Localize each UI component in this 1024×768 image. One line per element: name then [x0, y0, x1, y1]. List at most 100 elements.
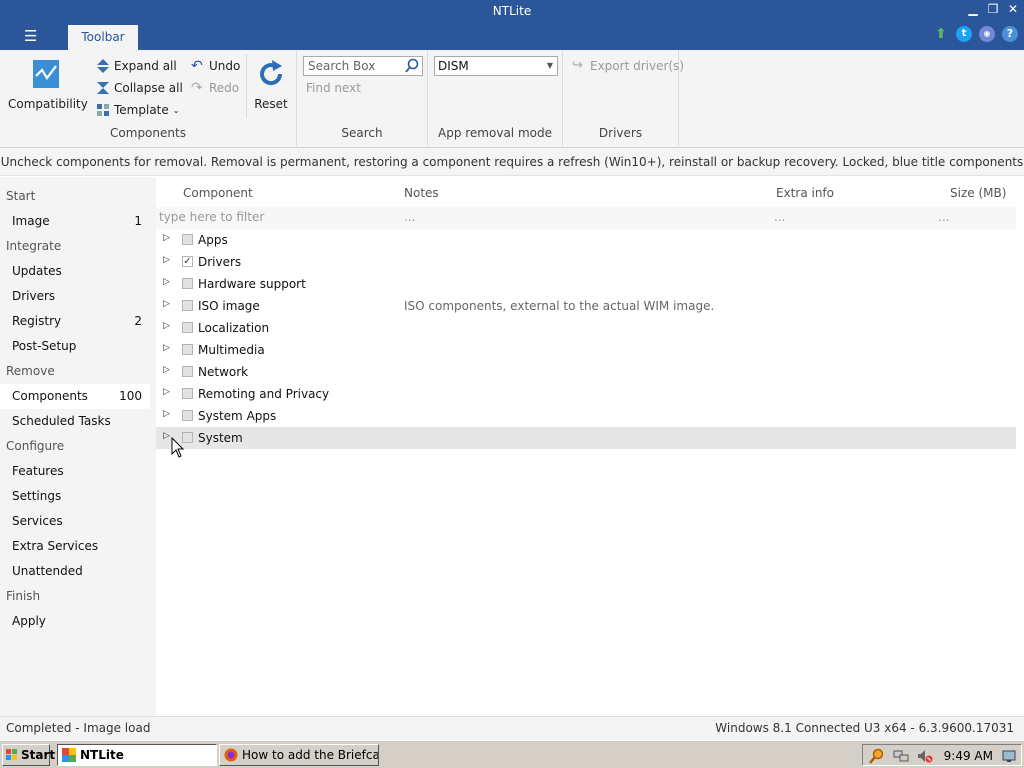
sidebar-item-unattended[interactable]: Unattended: [0, 559, 150, 584]
image-info: Windows 8.1 Connected U3 x64 - 6.3.9600.…: [715, 721, 1014, 735]
taskbar-item-firefox[interactable]: How to add the Briefca...: [219, 744, 379, 766]
component-checkbox[interactable]: ✓: [182, 256, 193, 267]
expand-arrow-icon[interactable]: ▷: [163, 409, 170, 419]
tree-row[interactable]: ▷ System Apps: [156, 405, 1016, 427]
window-controls: ▁ ❐ ✕: [966, 2, 1020, 16]
app-removal-mode-select[interactable]: DISM ▼: [434, 56, 558, 76]
close-icon[interactable]: ✕: [1006, 2, 1020, 16]
expand-all-button[interactable]: Expand all: [96, 57, 177, 75]
restore-icon[interactable]: ❐: [986, 2, 1000, 16]
find-next-button[interactable]: Find next: [306, 79, 361, 97]
component-label: Network: [198, 365, 249, 379]
tree-row[interactable]: ▷ System: [156, 427, 1016, 449]
window-title: NTLite: [492, 4, 532, 18]
sidebar-item-label: Unattended: [12, 564, 83, 578]
expand-arrow-icon[interactable]: ▷: [163, 233, 170, 243]
discord-icon[interactable]: ◉: [979, 26, 995, 42]
chevron-down-icon: ⌄: [172, 105, 180, 115]
sidebar-item-extra-services[interactable]: Extra Services: [0, 534, 150, 559]
size-filter[interactable]: ...: [938, 210, 949, 224]
undo-button[interactable]: ↶ Undo: [191, 57, 240, 75]
column-header-notes[interactable]: Notes: [404, 186, 439, 200]
collapse-all-button[interactable]: Collapse all: [96, 79, 183, 97]
component-checkbox[interactable]: [182, 234, 193, 245]
hamburger-icon[interactable]: ☰: [24, 27, 37, 45]
expand-arrow-icon[interactable]: ▷: [163, 365, 170, 375]
social-links: ⬆ t ◉ ?: [933, 26, 1018, 42]
sidebar-item-updates[interactable]: Updates: [0, 259, 150, 284]
network-tray-icon[interactable]: [893, 748, 909, 764]
title-bar: NTLite ☰ Toolbar ▁ ❐ ✕ ⬆ t ◉ ?: [0, 0, 1024, 50]
sidebar-item-label: Settings: [12, 489, 62, 503]
component-checkbox[interactable]: [182, 366, 193, 377]
sidebar-item-drivers[interactable]: Drivers: [0, 284, 150, 309]
update-arrow-icon[interactable]: ⬆: [933, 26, 949, 42]
taskbar-item-ntlite[interactable]: NTLite: [57, 744, 217, 766]
tree-row[interactable]: ▷ ✓ Drivers: [156, 251, 1016, 273]
expand-arrow-icon[interactable]: ▷: [163, 387, 170, 397]
sidebar-item-services[interactable]: Services: [0, 509, 150, 534]
sidebar-item-features[interactable]: Features: [0, 459, 150, 484]
component-checkbox[interactable]: [182, 300, 193, 311]
expand-arrow-icon[interactable]: ▷: [163, 431, 170, 441]
redo-button[interactable]: ↷ Redo: [191, 79, 239, 97]
volume-muted-icon[interactable]: [917, 748, 933, 764]
sidebar-item-scheduled-tasks[interactable]: Scheduled Tasks: [0, 409, 150, 434]
sidebar-item-image[interactable]: Image 1: [0, 209, 150, 234]
sidebar-item-apply[interactable]: Apply: [0, 609, 150, 634]
start-button[interactable]: Start: [2, 744, 55, 766]
expand-arrow-icon[interactable]: ▷: [163, 255, 170, 265]
drivers-group-label: Drivers: [598, 126, 643, 140]
sidebar-section-start: Start: [6, 189, 36, 203]
sidebar-item-post-setup[interactable]: Post-Setup: [0, 334, 150, 359]
export-drivers-button[interactable]: ↪ Export driver(s): [572, 57, 684, 75]
tree-row[interactable]: ▷ Remoting and Privacy: [156, 383, 1016, 405]
component-tree: Component Notes Extra info Size (MB) typ…: [156, 177, 1024, 716]
tree-row[interactable]: ▷ Localization: [156, 317, 1016, 339]
sidebar-item-label: Extra Services: [12, 539, 99, 553]
component-checkbox[interactable]: [182, 388, 193, 399]
search-icon[interactable]: [404, 58, 420, 74]
expand-arrow-icon[interactable]: ▷: [163, 321, 170, 331]
sidebar-section-remove: Remove: [6, 364, 55, 378]
component-checkbox[interactable]: [182, 344, 193, 355]
filter-input[interactable]: type here to filter: [159, 210, 264, 224]
component-checkbox[interactable]: [182, 322, 193, 333]
sidebar-item-settings[interactable]: Settings: [0, 484, 150, 509]
column-header-size[interactable]: Size (MB): [950, 186, 1006, 200]
sidebar-item-registry[interactable]: Registry 2: [0, 309, 150, 334]
sidebar-item-components[interactable]: Components 100: [0, 384, 150, 409]
twitter-icon[interactable]: t: [956, 26, 972, 42]
tab-toolbar[interactable]: Toolbar: [68, 25, 138, 50]
tree-row[interactable]: ▷ Apps: [156, 229, 1016, 251]
sidebar-item-label: Image: [12, 214, 50, 228]
search-tray-icon[interactable]: [869, 748, 885, 764]
expand-arrow-icon[interactable]: ▷: [163, 299, 170, 309]
template-button[interactable]: Template ⌄: [96, 101, 179, 119]
minimize-icon[interactable]: ▁: [966, 2, 980, 16]
extra-info-filter[interactable]: ...: [774, 210, 785, 224]
sidebar-item-label: Updates: [12, 264, 62, 278]
notes-filter[interactable]: ...: [404, 210, 415, 224]
search-input[interactable]: Search Box: [303, 56, 423, 76]
expand-arrow-icon[interactable]: ▷: [163, 277, 170, 287]
component-checkbox[interactable]: [182, 278, 193, 289]
tree-row[interactable]: ▷ Hardware support: [156, 273, 1016, 295]
help-icon[interactable]: ?: [1002, 26, 1018, 42]
compatibility-button[interactable]: Compatibility: [8, 58, 88, 111]
component-label: Multimedia: [198, 343, 265, 357]
app-removal-group-label: App removal mode: [438, 126, 552, 140]
column-header-component[interactable]: Component: [183, 186, 253, 200]
tree-row[interactable]: ▷ ISO image ISO components, external to th…: [156, 295, 1016, 317]
sidebar-item-label: Apply: [12, 614, 46, 628]
column-header-extra-info[interactable]: Extra info: [776, 186, 834, 200]
expand-arrow-icon[interactable]: ▷: [163, 343, 170, 353]
tree-row[interactable]: ▷ Network: [156, 361, 1016, 383]
windows-logo-icon: [6, 749, 17, 760]
sidebar-item-label: Scheduled Tasks: [12, 414, 111, 428]
taskbar: Start NTLite How to add the Briefca... 9…: [0, 740, 1024, 768]
reset-button[interactable]: Reset: [250, 58, 292, 111]
component-checkbox[interactable]: [182, 410, 193, 421]
show-desktop-icon[interactable]: [1001, 748, 1017, 764]
tree-row[interactable]: ▷ Multimedia: [156, 339, 1016, 361]
